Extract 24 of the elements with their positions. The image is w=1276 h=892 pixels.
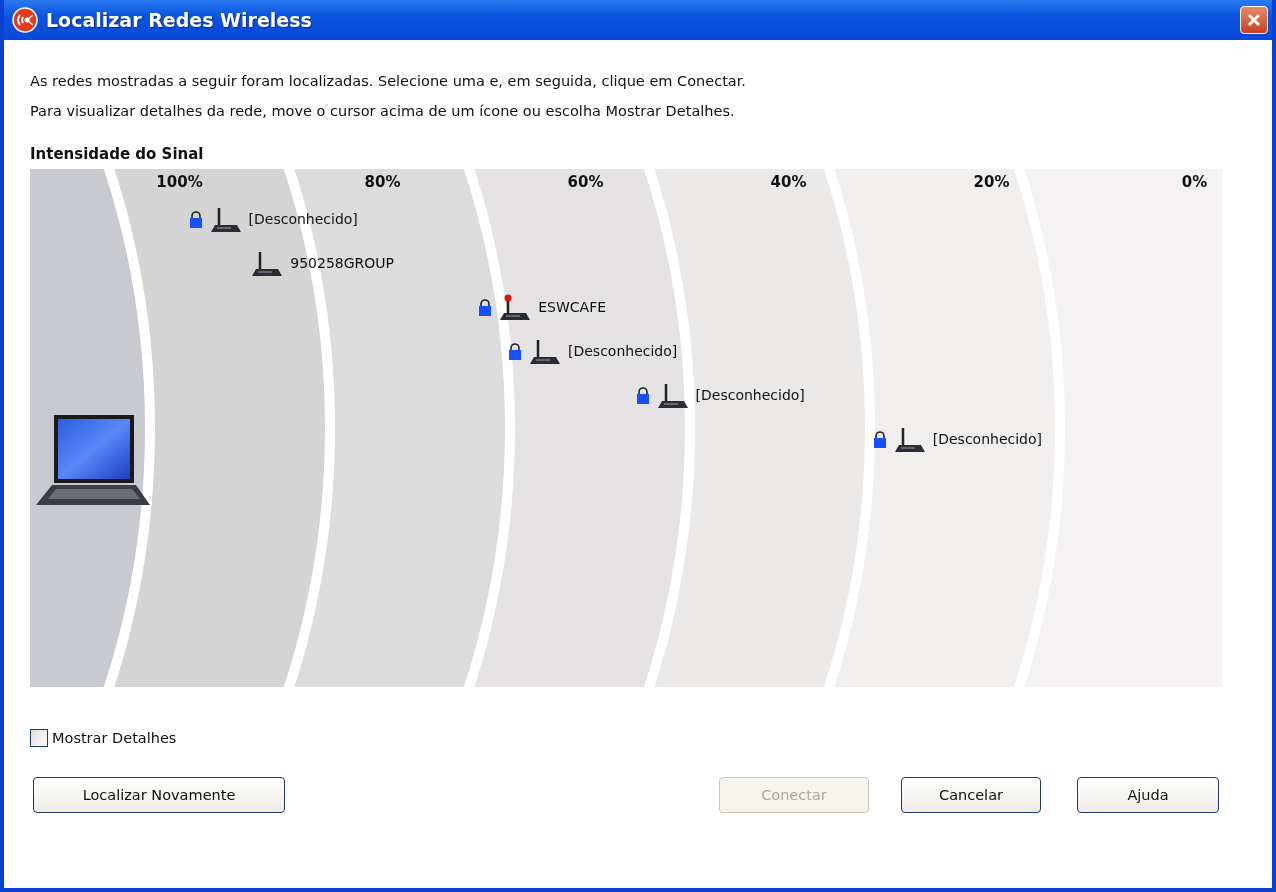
signal-percent-label: 40% xyxy=(770,173,807,191)
signal-percent-label: 60% xyxy=(567,173,604,191)
signal-percent-label: 20% xyxy=(973,173,1010,191)
signal-percent-label: 80% xyxy=(364,173,401,191)
show-details-checkbox[interactable] xyxy=(30,729,48,747)
network-name[interactable]: [Desconhecido] xyxy=(695,387,805,403)
checkbox-label: Mostrar Detalhes xyxy=(52,730,177,746)
instruction-text: Para visualizar detalhes da rede, move o cursor acima de um ícone ou escolha Mostrar Detalhes. xyxy=(30,102,736,121)
instruction-text: As redes mostradas a seguir foram localizadas. Selecione uma e, em seguida, clique em Conectar. xyxy=(30,72,747,91)
network-name[interactable]: ESWCAFE xyxy=(538,299,607,315)
network-name[interactable]: [Desconhecido] xyxy=(248,211,358,227)
search-again-button[interactable]: Localizar Novamente xyxy=(33,777,285,813)
wireless-app-icon xyxy=(12,7,38,33)
window-title: Localizar Redes Wireless xyxy=(46,9,313,31)
close-button[interactable] xyxy=(1240,6,1268,34)
close-icon xyxy=(1246,12,1262,28)
help-button[interactable]: Ajuda xyxy=(1077,777,1219,813)
cancel-button[interactable]: Cancelar xyxy=(901,777,1041,813)
network-name[interactable]: [Desconhecido] xyxy=(568,343,678,359)
signal-percent-label: 100% xyxy=(156,173,203,191)
signal-percent-label: 0% xyxy=(1181,173,1208,191)
signal-strength-heading: Intensidade do Sinal xyxy=(30,145,205,165)
network-name[interactable]: 950258GROUP xyxy=(290,255,394,271)
network-name[interactable]: [Desconhecido] xyxy=(932,431,1043,447)
